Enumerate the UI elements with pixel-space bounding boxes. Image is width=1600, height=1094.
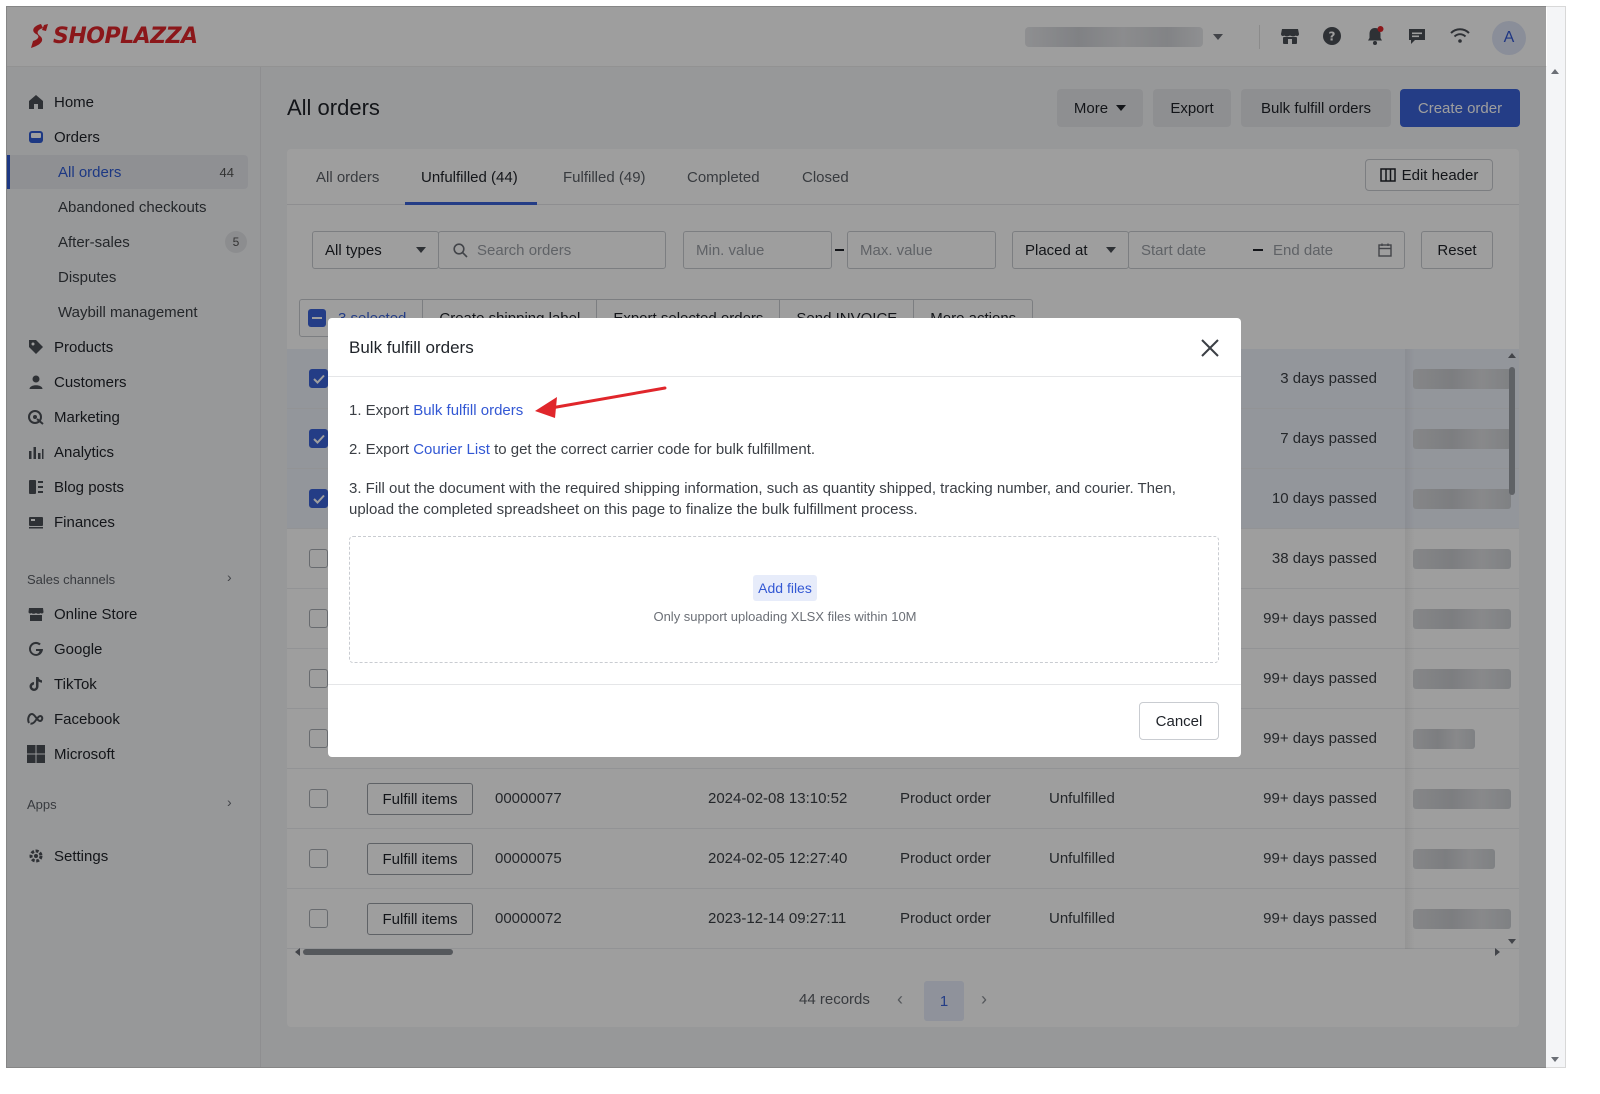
annotation-arrow-icon — [535, 386, 667, 418]
modal-title: Bulk fulfill orders — [349, 338, 474, 357]
cancel-button[interactable]: Cancel — [1139, 702, 1219, 740]
step-1-text: 1. Export — [349, 402, 414, 419]
upload-hint: Only support uploading XLSX files within… — [653, 609, 917, 624]
modal-header: Bulk fulfill orders — [328, 318, 1241, 377]
step-2: 2. Export Courier List to get the correc… — [349, 439, 1209, 460]
file-dropzone[interactable]: Add files Only support uploading XLSX fi… — [349, 536, 1219, 663]
scroll-down-icon[interactable] — [1551, 1057, 1559, 1062]
add-files-button[interactable]: Add files — [753, 575, 817, 601]
bulk-fulfill-orders-link[interactable]: Bulk fulfill orders — [413, 402, 523, 419]
step-1: 1. Export Bulk fulfill orders — [349, 400, 1209, 421]
step-2-suffix: to get the correct carrier code for bulk… — [489, 441, 816, 458]
step-3: 3. Fill out the document with the requir… — [349, 480, 1176, 518]
step-2-text: 2. Export — [349, 441, 414, 458]
scroll-up-icon[interactable] — [1551, 69, 1559, 74]
close-icon[interactable] — [1198, 336, 1222, 360]
window-scrollbar[interactable] — [1545, 67, 1565, 1067]
bulk-fulfill-modal: Bulk fulfill orders 1. Export Bulk fulfi… — [328, 318, 1241, 757]
modal-footer: Cancel — [328, 684, 1241, 757]
courier-list-link[interactable]: Courier List — [413, 441, 490, 458]
